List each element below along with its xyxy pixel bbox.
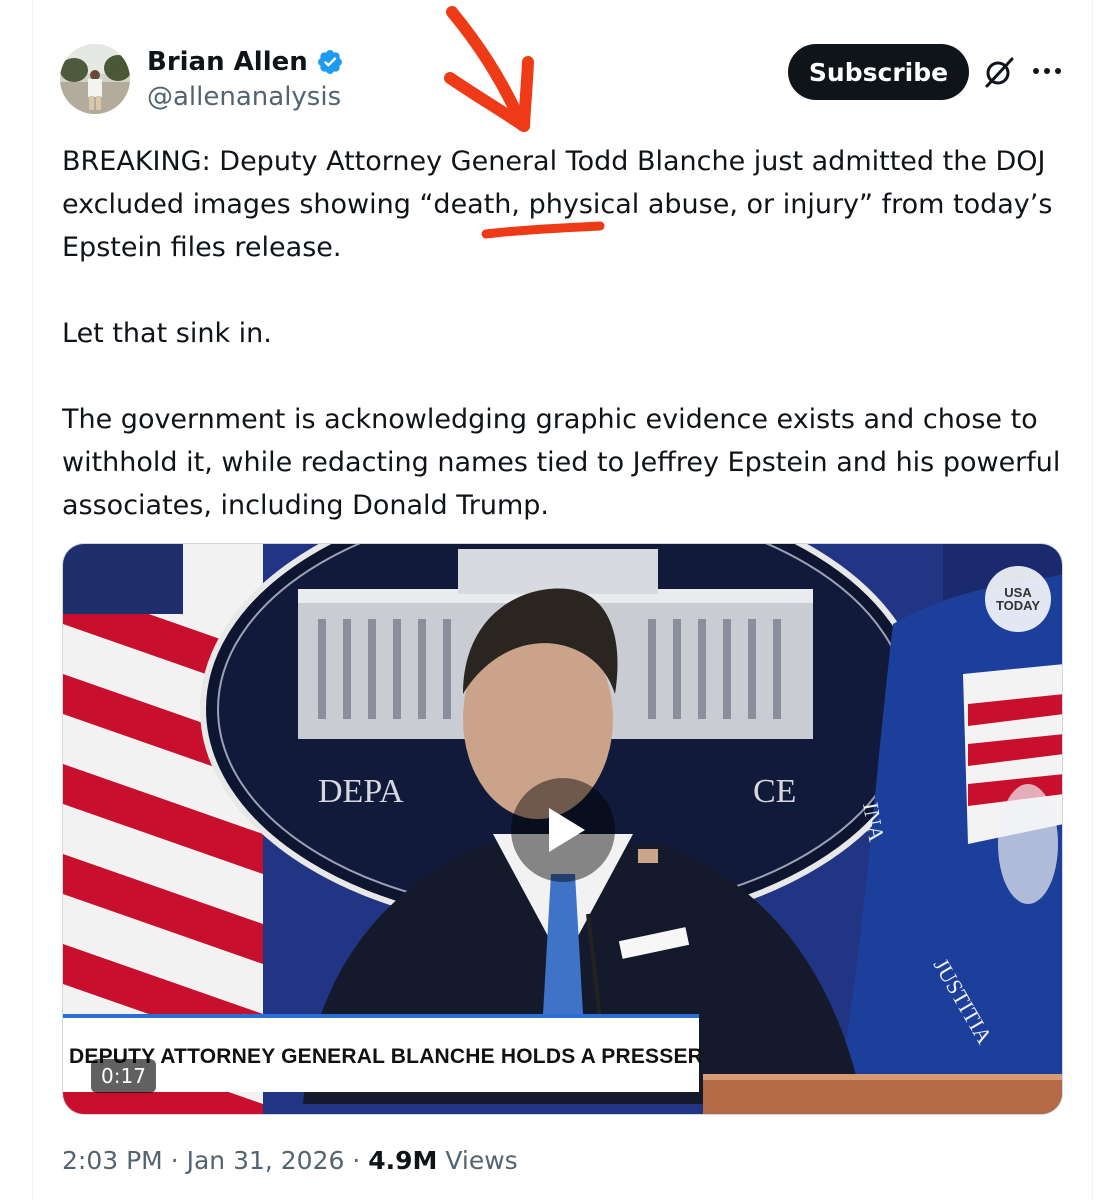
video-player[interactable]: DEPA CE JUSTITIA INA USA TODAY DEPUTY AT…: [62, 543, 1063, 1115]
avatar[interactable]: [60, 44, 130, 114]
play-icon: [549, 808, 585, 852]
meta-separator-2: ·: [344, 1146, 369, 1175]
tweet-date[interactable]: Jan 31, 2026: [187, 1146, 345, 1175]
usa-today-logo: USA TODAY: [985, 566, 1051, 632]
tweet-meta: 2:03 PM · Jan 31, 2026 · 4.9M Views: [62, 1146, 518, 1175]
avatar-image: [60, 44, 130, 114]
tweet-paragraph-2: Let that sink in.: [62, 318, 272, 349]
tweet-text: BREAKING: Deputy Attorney General Todd B…: [62, 140, 1062, 527]
tweet-time[interactable]: 2:03 PM: [62, 1146, 163, 1175]
views-count: 4.9M: [368, 1146, 438, 1175]
meta-separator-1: ·: [162, 1146, 187, 1175]
more-dots-icon[interactable]: [1032, 64, 1062, 78]
tweet-paragraph-3: The government is acknowledging graphic …: [62, 404, 1061, 521]
timeline-border-right: [1092, 0, 1093, 1200]
seal-text-left: DEPA: [318, 773, 404, 810]
timeline-border-left: [32, 0, 33, 1200]
video-caption: DEPUTY ATTORNEY GENERAL BLANCHE HOLDS A …: [69, 1045, 704, 1068]
verified-badge-icon: [317, 50, 342, 74]
video-lower-third: DEPUTY ATTORNEY GENERAL BLANCHE HOLDS A …: [63, 1014, 703, 1092]
author-name[interactable]: Brian Allen: [147, 47, 308, 77]
grok-slash-icon[interactable]: [982, 55, 1016, 89]
subscribe-button[interactable]: Subscribe: [788, 44, 969, 100]
author-name-row[interactable]: Brian Allen: [147, 44, 344, 80]
play-button[interactable]: [511, 778, 615, 882]
tweet-paragraph-1: BREAKING: Deputy Attorney General Todd B…: [62, 140, 1062, 269]
highlighted-word: “death,: [419, 189, 521, 220]
views-label: Views: [445, 1146, 518, 1175]
video-duration: 0:17: [91, 1059, 156, 1093]
author-handle[interactable]: @allenanalysis: [147, 82, 341, 112]
usa-today-logo-line-2: TODAY: [995, 598, 1041, 613]
seal-text-right: CE: [753, 773, 796, 810]
